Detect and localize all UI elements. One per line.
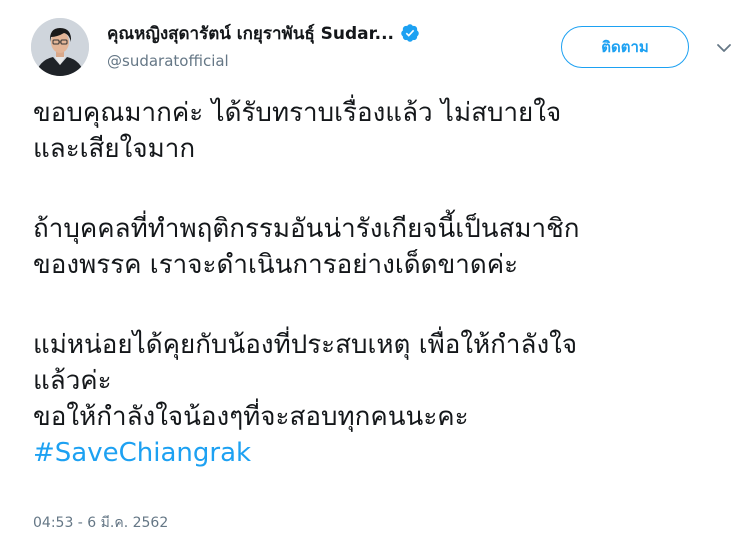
- tweet-line: แล้วค่ะ: [33, 366, 112, 396]
- verified-badge-icon: [400, 23, 420, 43]
- tweet-line: ของพรรค เราจะดำเนินการอย่างเด็ดขาดค่ะ: [33, 250, 519, 280]
- display-name[interactable]: คุณหญิงสุดารัตน์ เกยุราพันธุ์ Sudar...: [107, 20, 394, 47]
- tweet-text: ขอบคุณมากค่ะ ได้รับทราบเรื่องแล้ว ไม่สบา…: [33, 95, 748, 471]
- tweet-timestamp[interactable]: 04:53 - 6 มี.ค. 2562: [33, 512, 168, 534]
- tweet-line: ขอให้กำลังใจน้องๆที่จะสอบทุกคนนะคะ: [33, 402, 469, 432]
- profile-photo-icon: [31, 18, 89, 76]
- tweet-line: และเสียใจมาก: [33, 134, 196, 164]
- author-name-row[interactable]: คุณหญิงสุดารัตน์ เกยุราพันธุ์ Sudar...: [107, 20, 420, 46]
- chevron-down-icon[interactable]: [714, 38, 734, 58]
- hashtag-link[interactable]: #SaveChiangrak: [33, 435, 748, 471]
- tweet-line: ถ้าบุคคลที่ทำพฤติกรรมอันน่ารังเกียจนี้เป…: [33, 214, 580, 244]
- follow-button[interactable]: ติดตาม: [561, 26, 689, 68]
- tweet-line: ขอบคุณมากค่ะ ได้รับทราบเรื่องแล้ว ไม่สบา…: [33, 98, 562, 128]
- tweet-card: คุณหญิงสุดารัตน์ เกยุราพันธุ์ Sudar... @…: [0, 0, 753, 544]
- tweet-line: แม่หน่อยได้คุยกับน้องที่ประสบเหตุ เพื่อใ…: [33, 330, 578, 360]
- avatar[interactable]: [31, 18, 89, 76]
- author-handle[interactable]: @sudaratofficial: [107, 52, 229, 70]
